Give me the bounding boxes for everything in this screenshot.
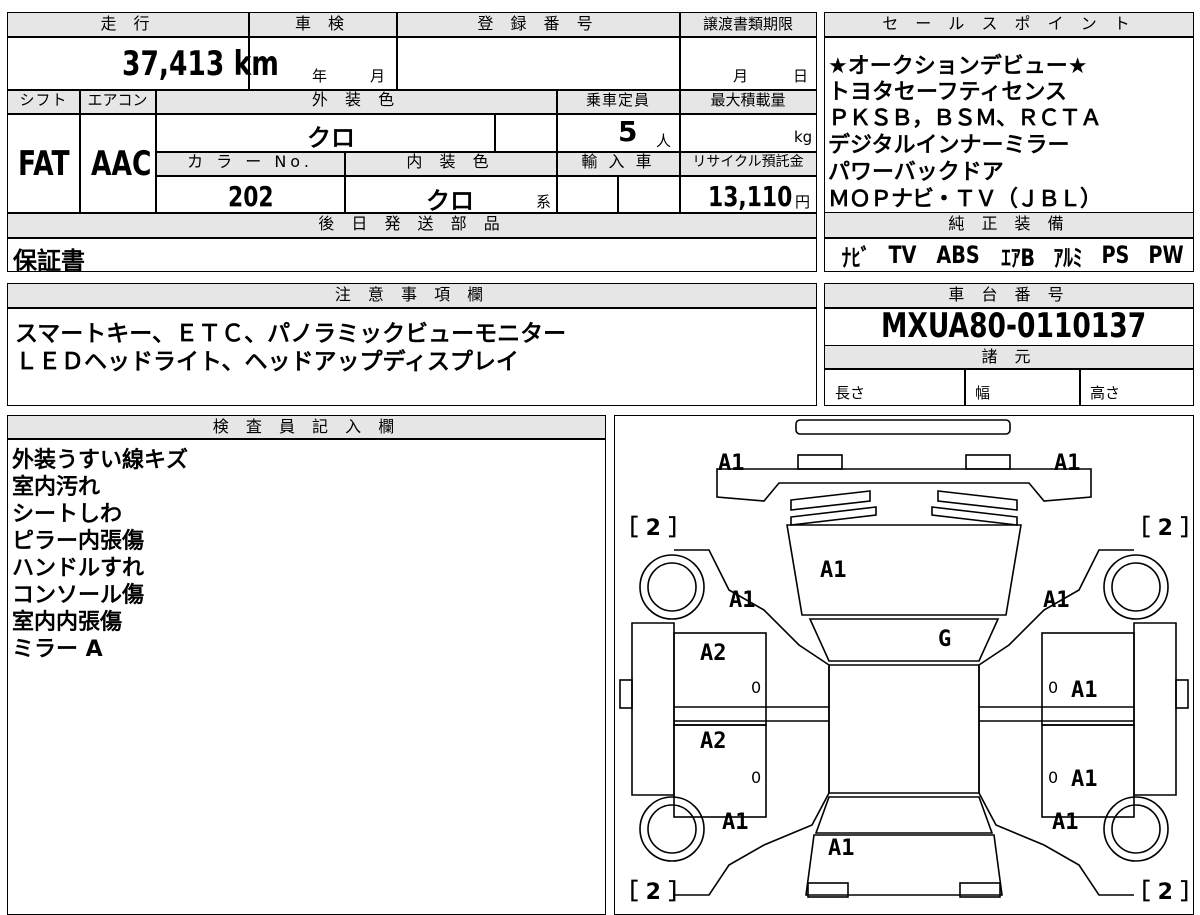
later-parts-header: 後 日 発 送 部 品 — [318, 214, 506, 233]
recycle-unit: 円 — [795, 193, 811, 211]
interior-color-value: クロ — [426, 187, 474, 215]
tire-front-left: ［ 2 ］ — [616, 516, 691, 541]
recycle-header: リサイクル預託金 — [692, 154, 804, 170]
damage-windshield: G — [938, 627, 952, 652]
tire-rear-left: ［ 2 ］ — [616, 880, 691, 905]
damage-fender-left: A1 — [729, 588, 756, 613]
height-label: 高さ — [1090, 384, 1121, 402]
notes-header: 注 意 事 項 欄 — [8, 284, 816, 307]
recycle-value: 13,110 — [708, 180, 793, 213]
interior-suffix: 系 — [536, 193, 552, 211]
door-zero-mark: 0 — [1048, 678, 1059, 697]
damage-rear-door-right: A1 — [1071, 767, 1098, 792]
aircon-header: エアコン — [87, 91, 148, 109]
mileage-header: 走 行 — [100, 14, 156, 33]
equipment-item: ABS — [936, 241, 981, 269]
equipment-item: ｴｱB — [1001, 243, 1035, 272]
max-load-header: 最大積載量 — [710, 91, 786, 109]
damage-front-right: A1 — [1054, 451, 1081, 476]
tire-rear-right: ［ 2 ］ — [1128, 880, 1200, 905]
damage-rear-center: A1 — [828, 836, 855, 861]
door-zero-mark: 0 — [751, 768, 762, 787]
transfer-deadline-header: 譲渡書類期限 — [702, 15, 793, 33]
exterior-color-value: クロ — [307, 124, 355, 152]
year-unit: 年 — [312, 67, 328, 85]
inspection-header: 車 検 — [294, 14, 351, 33]
later-parts-value: 保証書 — [13, 247, 85, 275]
capacity-value: 5 — [618, 115, 638, 148]
aircon-value: AAC — [91, 144, 152, 184]
specs-header: 諸 元 — [825, 346, 1193, 368]
tire-front-right: ［ 2 ］ — [1128, 516, 1200, 541]
month-unit: 月 — [370, 67, 386, 85]
capacity-header: 乗車定員 — [585, 91, 650, 109]
inspector-note: ミラー A — [12, 637, 103, 662]
damage-front-door-left: A2 — [700, 641, 727, 666]
equipment-item: ｱﾙﾐ — [1054, 243, 1083, 272]
deadline-month: 月 — [733, 67, 749, 85]
door-zero-mark: 0 — [751, 678, 762, 697]
inspector-header: 検 査 員 記 入 欄 — [8, 416, 605, 438]
door-zero-mark: 0 — [1048, 768, 1059, 787]
damage-front-left: A1 — [718, 451, 745, 476]
max-load-unit: kg — [794, 128, 813, 146]
exterior-color-header: 外 装 色 — [311, 90, 401, 109]
chassis-number-header: 車 台 番 号 — [825, 284, 1193, 307]
damage-bonnet: A1 — [820, 558, 847, 583]
damage-front-door-right: A1 — [1071, 678, 1098, 703]
width-label: 幅 — [975, 384, 991, 402]
interior-color-header: 内 装 色 — [406, 152, 495, 171]
equipment-item: ﾅﾋﾞ — [841, 243, 871, 272]
equipment-item: TV — [888, 241, 917, 269]
sales-point-header: セ ー ル ス ポ イ ン ト — [825, 13, 1193, 37]
import-header: 輸 入 車 — [581, 152, 655, 171]
registration-header: 登 録 番 号 — [477, 14, 599, 33]
shift-value: FAT — [18, 144, 70, 184]
length-label: 長さ — [835, 384, 866, 402]
genuine-equipment-header: 純 正 装 備 — [825, 213, 1193, 237]
damage-fender-right: A1 — [1043, 588, 1070, 613]
equipment-list: ﾅﾋﾞ TV ABS ｴｱB ｱﾙﾐ PS PW — [838, 238, 1188, 272]
damage-rear-door-left: A2 — [700, 729, 727, 754]
equipment-item: PS — [1101, 241, 1130, 269]
chassis-number-value: MXUA80-0110137 — [881, 306, 1147, 346]
shift-header: シフト — [19, 91, 68, 109]
deadline-day: 日 — [793, 67, 809, 85]
capacity-unit: 人 — [656, 132, 672, 150]
color-no-header: カ ラ ー No. — [187, 152, 313, 171]
color-no-value: 202 — [228, 180, 274, 213]
sales-point-line: ＭＯＰナビ・ＴＶ（ＪＢＬ） — [828, 187, 1102, 212]
equipment-item: PW — [1148, 241, 1184, 269]
damage-rear-fender-left: A1 — [722, 810, 749, 835]
mileage-value: 37,413 km — [122, 44, 279, 84]
damage-rear-fender-right: A1 — [1052, 810, 1079, 835]
notes-line: ＬＥＤヘッドライト、ヘッドアップディスプレイ — [15, 349, 519, 375]
